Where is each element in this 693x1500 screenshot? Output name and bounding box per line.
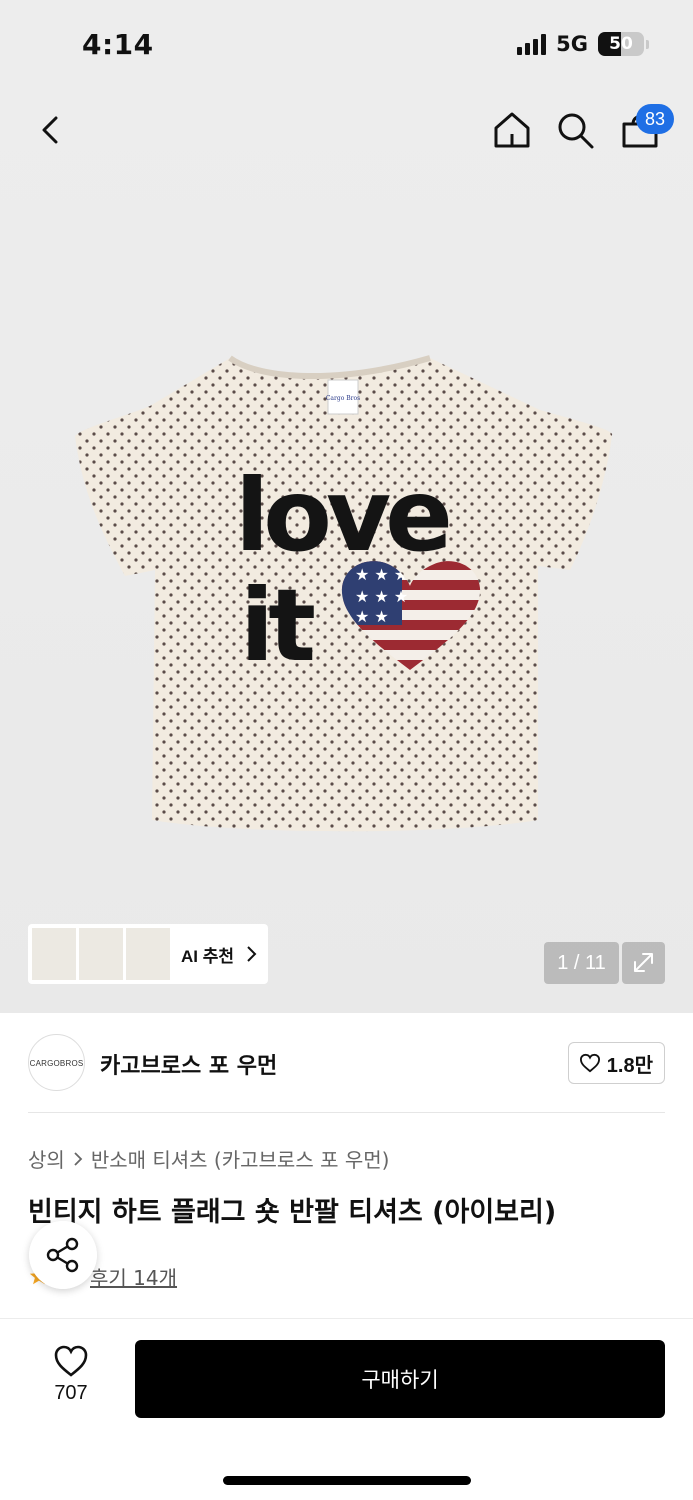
- brand-row[interactable]: CARGOBROS 카고브로스 포 우먼 1.8만: [28, 1034, 665, 1092]
- signal-icon: [517, 33, 547, 55]
- breadcrumb-subcategory[interactable]: 반소매 티셔츠 (카고브로스 포 우먼): [91, 1144, 390, 1173]
- product-title: 빈티지 하트 플래그 숏 반팔 티셔츠 (아이보리): [28, 1197, 557, 1228]
- breadcrumb: 상의 반소매 티셔츠 (카고브로스 포 우먼): [28, 1144, 389, 1173]
- ai-thumbnail: [79, 928, 123, 980]
- svg-text:★ ★: ★ ★: [355, 607, 389, 626]
- ai-thumbnail: [32, 928, 76, 980]
- battery-icon: 50: [598, 32, 644, 56]
- review-link[interactable]: 후기 14개: [90, 1262, 177, 1291]
- divider: [28, 1112, 665, 1113]
- ai-recommend-button[interactable]: AI 추천: [28, 924, 268, 984]
- product-gallery[interactable]: 83 Cargo Bros love it ★ ★ ★ ★ ★ ★ ★ ★ AI…: [0, 90, 693, 1013]
- neck-label: Cargo Bros: [326, 395, 360, 402]
- status-time: 4:14: [82, 28, 154, 61]
- print-text-love: love: [235, 457, 448, 574]
- cart-badge: 83: [636, 104, 674, 134]
- chevron-right-icon: [247, 946, 257, 962]
- like-button[interactable]: 707: [28, 1342, 114, 1420]
- status-indicators: 5G 50: [517, 32, 649, 56]
- buy-button[interactable]: 구매하기: [135, 1340, 665, 1418]
- chevron-right-icon: [74, 1151, 83, 1166]
- like-count: 707: [54, 1382, 88, 1404]
- search-icon[interactable]: [555, 110, 595, 150]
- favorite-count: 1.8만: [606, 1054, 653, 1077]
- home-indicator: [223, 1476, 471, 1485]
- brand-favorite-button[interactable]: 1.8만: [567, 1042, 665, 1084]
- brand-logo[interactable]: CARGOBROS: [28, 1034, 85, 1091]
- expand-icon[interactable]: [622, 942, 665, 984]
- share-button[interactable]: [29, 1221, 97, 1289]
- breadcrumb-category[interactable]: 상의: [28, 1144, 65, 1173]
- heart-icon: [579, 1053, 600, 1073]
- network-type: 5G: [556, 32, 588, 56]
- status-bar: 4:14 5G 50: [0, 0, 693, 90]
- print-text-it: it: [240, 567, 314, 684]
- battery-level: 50: [609, 34, 633, 54]
- home-icon[interactable]: [492, 110, 532, 150]
- ai-thumbnail: [126, 928, 170, 980]
- ai-recommend-label: AI 추천: [181, 946, 235, 966]
- bottom-divider: [0, 1318, 693, 1319]
- svg-text:★ ★ ★: ★ ★ ★: [355, 587, 408, 606]
- chevron-left-icon[interactable]: [32, 110, 72, 150]
- heart-icon: [54, 1345, 88, 1377]
- brand-name[interactable]: 카고브로스 포 우먼: [100, 1048, 277, 1080]
- product-image[interactable]: Cargo Bros love it ★ ★ ★ ★ ★ ★ ★ ★: [70, 340, 620, 840]
- image-counter: 1 / 11: [544, 942, 619, 984]
